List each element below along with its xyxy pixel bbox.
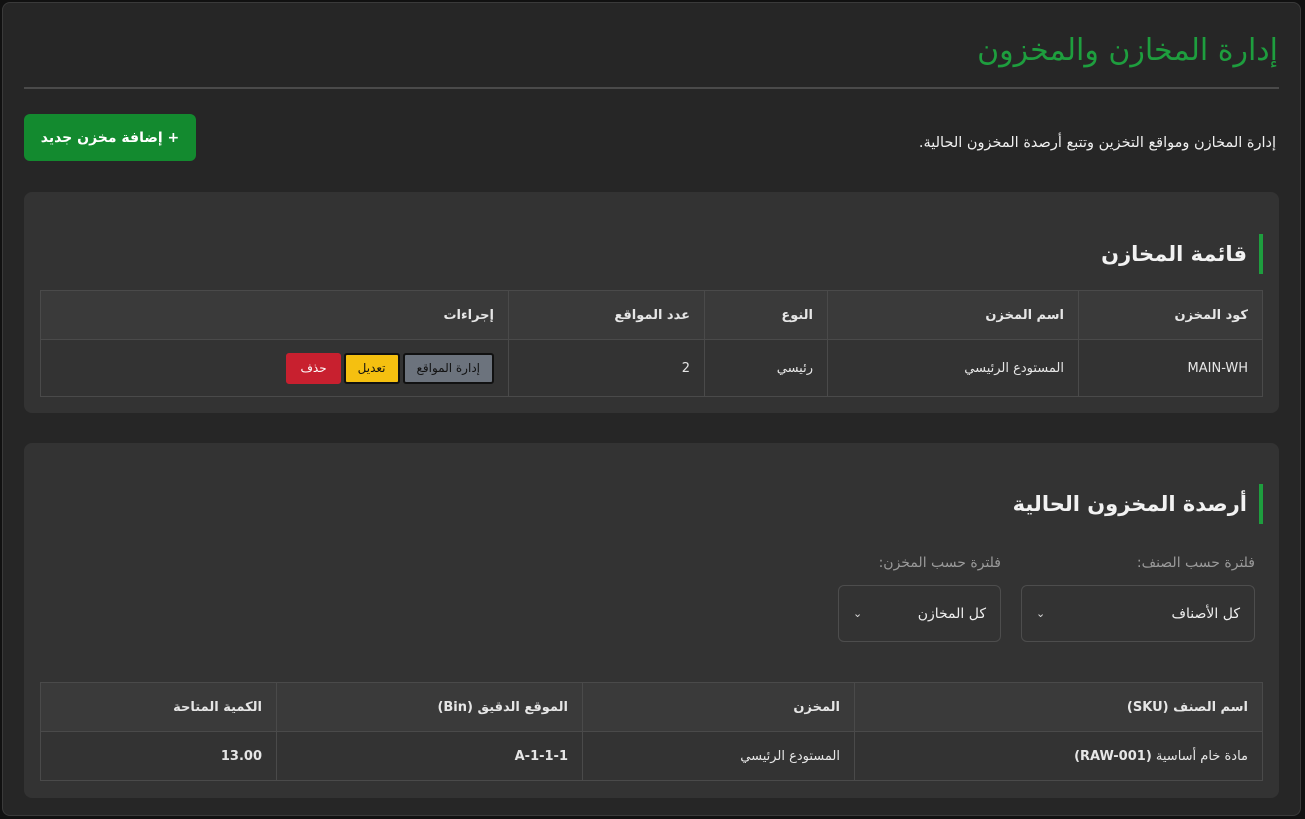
- filter-item-label: فلترة حسب الصنف:: [1136, 555, 1255, 571]
- item-cell: مادة خام أساسية (RAW-001): [854, 731, 1263, 781]
- filter-item-value: كل الأصناف: [1171, 605, 1240, 622]
- table-header-row: كود المخزن اسم المخزن النوع عدد المواقع …: [40, 290, 1263, 340]
- page-title: إدارة المخازن والمخزون: [977, 33, 1278, 68]
- filter-warehouse-select[interactable]: كل المخازن ⌄: [838, 585, 1001, 642]
- balances-card: أرصدة المخزون الحالية فلترة حسب الصنف: ك…: [24, 443, 1279, 798]
- warehouse-actions-cell: إدارة المواقع تعديل حذف: [40, 339, 509, 397]
- col-type: النوع: [704, 290, 828, 340]
- item-sku: (RAW-001): [1074, 748, 1152, 764]
- col-code: كود المخزن: [1078, 290, 1263, 340]
- col-bins-count: عدد المواقع: [508, 290, 705, 340]
- app-frame: إدارة المخازن والمخزون إدارة المخازن ومو…: [2, 2, 1301, 816]
- table-row: MAIN-WH المستودع الرئيسي رئيسي 2 إدارة ا…: [40, 339, 1263, 397]
- filter-warehouse-label: فلترة حسب المخزن:: [878, 555, 1001, 571]
- balances-title: أرصدة المخزون الحالية: [1013, 484, 1263, 524]
- warehouse-name: المستودع الرئيسي: [827, 339, 1079, 397]
- balance-bin: A-1-1-1: [276, 731, 583, 781]
- title-divider: [24, 87, 1279, 89]
- balance-warehouse: المستودع الرئيسي: [582, 731, 855, 781]
- warehouses-title: قائمة المخازن: [1101, 234, 1263, 274]
- balances-table: اسم الصنف (SKU) المخزن الموقع الدقيق (Bi…: [40, 682, 1263, 781]
- col-item-sku: اسم الصنف (SKU): [854, 682, 1263, 732]
- warehouse-code: MAIN-WH: [1078, 339, 1263, 397]
- col-qty: الكمية المتاحة: [40, 682, 277, 732]
- item-name: مادة خام أساسية: [1155, 748, 1248, 764]
- row-actions: إدارة المواقع تعديل حذف: [55, 352, 494, 384]
- delete-button[interactable]: حذف: [286, 352, 341, 384]
- intro-text: إدارة المخازن ومواقع التخزين وتتبع أرصدة…: [918, 135, 1276, 151]
- col-bin: الموقع الدقيق (Bin): [276, 682, 583, 732]
- chevron-down-icon: ⌄: [853, 607, 863, 620]
- warehouse-bins-count: 2: [508, 339, 705, 397]
- balance-qty: 13.00: [40, 731, 277, 781]
- filter-item-select[interactable]: كل الأصناف ⌄: [1021, 585, 1255, 642]
- edit-button[interactable]: تعديل: [343, 352, 400, 384]
- manage-bins-button[interactable]: إدارة المواقع: [402, 352, 494, 384]
- col-warehouse: المخزن: [582, 682, 855, 732]
- table-row: مادة خام أساسية (RAW-001) المستودع الرئي…: [40, 731, 1263, 781]
- add-warehouse-button[interactable]: + إضافة مخزن جديد: [24, 114, 196, 161]
- col-actions: إجراءات: [40, 290, 509, 340]
- col-name: اسم المخزن: [827, 290, 1079, 340]
- filter-warehouse-value: كل المخازن: [917, 605, 986, 622]
- chevron-down-icon: ⌄: [1036, 607, 1046, 620]
- warehouses-card: قائمة المخازن كود المخزن اسم المخزن النو…: [24, 192, 1279, 413]
- table-header-row: اسم الصنف (SKU) المخزن الموقع الدقيق (Bi…: [40, 682, 1263, 732]
- warehouses-table: كود المخزن اسم المخزن النوع عدد المواقع …: [40, 290, 1263, 397]
- warehouse-type: رئيسي: [704, 339, 828, 397]
